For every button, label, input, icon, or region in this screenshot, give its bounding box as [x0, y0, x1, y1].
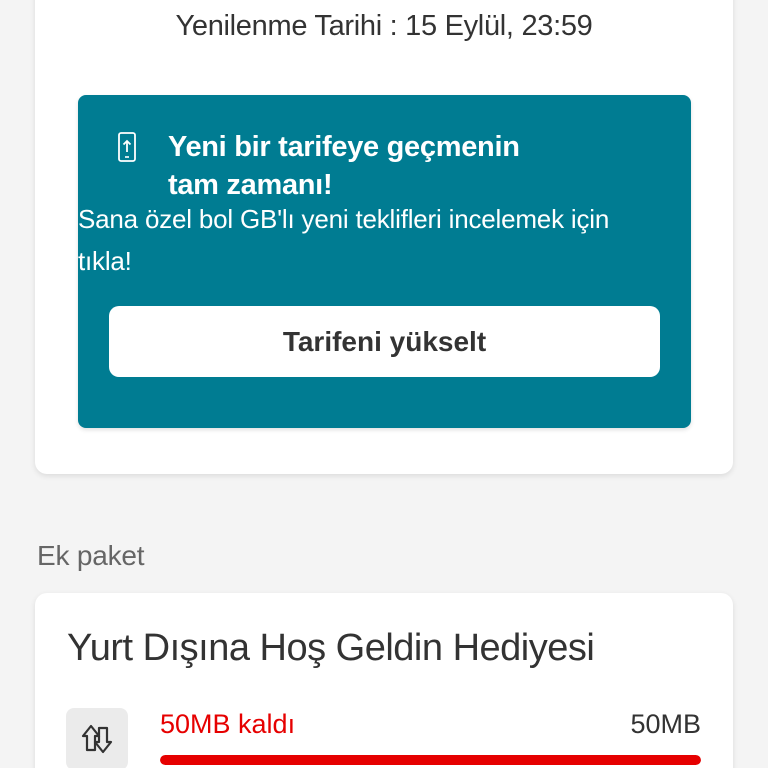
total-data: 50MB — [630, 709, 701, 739]
package-icon-box — [66, 708, 128, 768]
promo-title: Yeni bir tarifeye geçmenin tam zamanı! — [168, 128, 608, 204]
addon-package-card[interactable]: Yurt Dışına Hoş Geldin Hediyesi 50MB kal… — [35, 593, 733, 768]
addon-section-title: Ek paket — [37, 540, 145, 571]
data-usage-progress — [160, 755, 701, 765]
plan-card: Yenilenme Tarihi : 15 Eylül, 23:59 Yeni … — [35, 0, 733, 474]
package-title: Yurt Dışına Hoş Geldin Hediyesi — [67, 627, 595, 669]
data-transfer-icon — [81, 724, 113, 754]
remaining-data: 50MB kaldı — [160, 709, 296, 739]
upgrade-promo-banner[interactable]: Yeni bir tarifeye geçmenin tam zamanı! S… — [78, 95, 691, 428]
upgrade-tariff-button[interactable]: Tarifeni yükselt — [109, 306, 660, 377]
phone-upgrade-icon — [118, 132, 136, 162]
promo-title-line-1: Yeni bir tarifeye geçmenin — [168, 131, 520, 163]
promo-description: Sana özel bol GB'lı yeni teklifleri ince… — [78, 204, 610, 276]
renewal-date: Yenilenme Tarihi : 15 Eylül, 23:59 — [175, 10, 593, 42]
data-usage-progress-fill — [160, 755, 701, 765]
